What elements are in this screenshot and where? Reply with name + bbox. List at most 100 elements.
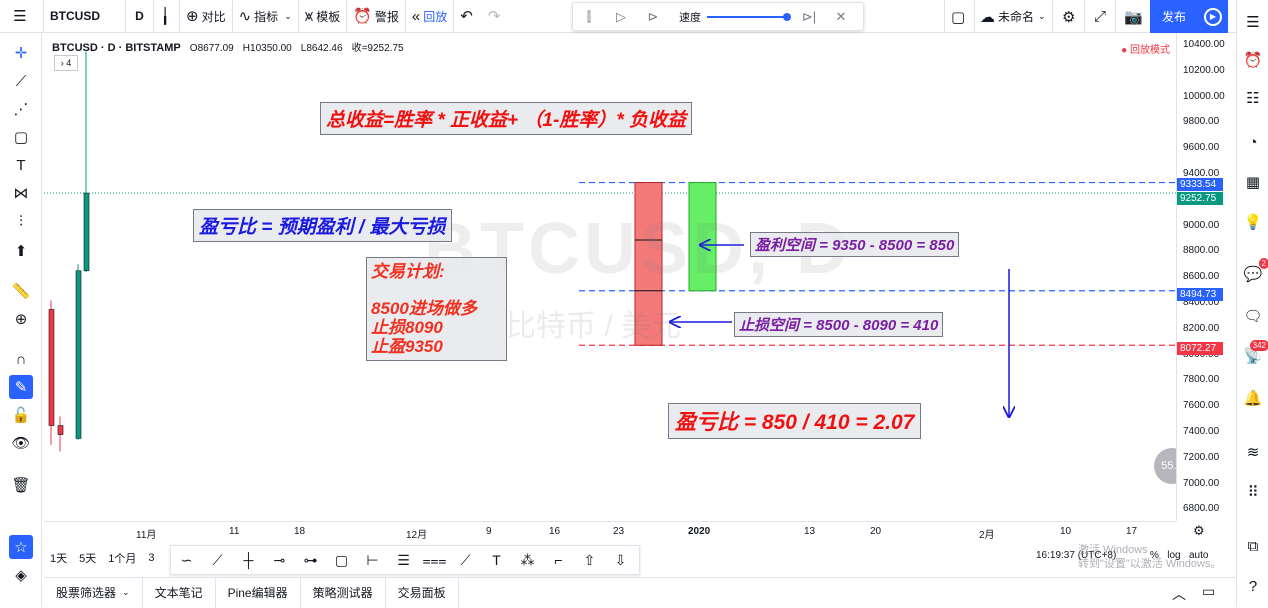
maximize-panel-icon[interactable]: ▭ — [1202, 583, 1215, 600]
callout-icon[interactable]: ⌐ — [543, 552, 574, 568]
rr-result-note[interactable]: 盈亏比 = 850 / 410 = 2.07 — [668, 403, 922, 439]
speed-slider-knob[interactable] — [783, 12, 791, 21]
profit-space-note[interactable]: 盈利空间 = 9350 - 8500 = 850 — [750, 232, 960, 257]
tab-trading-panel[interactable]: 交易面板 — [386, 577, 459, 608]
range-1d[interactable]: 1天 — [44, 550, 73, 566]
chart-type-button[interactable]: ╽ — [154, 0, 180, 33]
indicators-button[interactable]: ∿ 指标 ⌄ — [233, 0, 299, 33]
date-range-icon[interactable]: ⊢ — [357, 552, 388, 569]
horizontal-ray-icon[interactable]: ⊸ — [264, 552, 295, 569]
publish-button[interactable]: 发布 — [1150, 0, 1198, 33]
snapshot-button[interactable]: 📷 — [1118, 0, 1153, 33]
crosshair-icon[interactable]: ✛ — [9, 41, 33, 65]
undo-button[interactable]: ↶ — [454, 0, 482, 33]
replay-button[interactable]: « 回放 — [406, 0, 455, 33]
indicator-toggle[interactable]: › 4 — [54, 55, 78, 71]
ruler-icon[interactable]: 📏 — [9, 279, 33, 303]
close-icon[interactable]: ✕ — [825, 9, 857, 25]
streams-icon[interactable]: 📡 342 — [1241, 340, 1268, 368]
replay-toggle-button[interactable]: ▶ — [1198, 0, 1228, 33]
rectangle-icon[interactable]: ▢ — [326, 552, 357, 569]
chat-icon[interactable]: 💬 2 — [1241, 258, 1268, 286]
arrow-up-icon[interactable]: ⇧ — [574, 552, 605, 569]
range-3[interactable]: 3 — [142, 552, 160, 564]
price-axis[interactable]: 6800.00 7000.00 7200.00 7400.00 7600.00 7800.… — [1176, 33, 1236, 521]
time-axis[interactable]: 11月 11 18 12月 9 16 23 2020 13 20 2月 10 17 — [44, 521, 1176, 541]
vertical-line-icon[interactable]: ┼ — [233, 552, 264, 568]
notifications-icon[interactable]: 🔔 — [1241, 386, 1265, 410]
layers-icon[interactable]: ◈ — [9, 563, 33, 587]
stay-in-drawing-icon[interactable]: ✎ — [9, 375, 33, 399]
alarm-clock-icon[interactable]: ⏰ — [1241, 48, 1265, 72]
text-icon[interactable]: T — [9, 153, 33, 177]
eye-icon[interactable]: 👁 — [9, 431, 33, 455]
rr-definition-note[interactable]: 盈亏比 = 预期盈利 / 最大亏损 — [193, 209, 452, 242]
speed-slider[interactable] — [707, 12, 791, 21]
range-1m[interactable]: 1个月 — [102, 550, 142, 566]
select-bar-icon[interactable]: ⫿ — [573, 9, 605, 25]
arrow-up-icon[interactable]: ⬆ — [9, 239, 33, 263]
log-toggle[interactable]: log — [1167, 550, 1180, 561]
private-chat-icon[interactable]: 🗨 — [1241, 304, 1265, 328]
chart-pane[interactable]: BTCUSD, D 比特币 / 美元 BTCUSD · D · BITSTAMP… — [44, 33, 1176, 521]
calendar-icon[interactable]: ▦ — [1241, 170, 1265, 194]
trendline-icon[interactable]: ⟋ — [202, 552, 233, 569]
arrow-down-icon[interactable]: ⇩ — [605, 552, 636, 569]
candle-body[interactable] — [75, 270, 82, 439]
magnet-icon[interactable]: ∩ — [9, 347, 33, 371]
prediction-icon[interactable]: ⫶ — [9, 209, 33, 233]
text-icon[interactable]: T — [481, 552, 512, 568]
fib-icon[interactable]: ⋰ — [9, 97, 33, 121]
menu-button[interactable]: ☰ — [0, 0, 44, 33]
percent-toggle[interactable]: % — [1150, 550, 1159, 561]
pen-icon[interactable]: ⟋ — [450, 552, 481, 569]
tab-strategy-tester[interactable]: 策略测试器 — [301, 577, 386, 608]
horizontal-line-icon[interactable]: ⊶ — [295, 552, 326, 569]
formula-note[interactable]: 总收益=胜率 * 正收益+ （1-胜率）* 负收益 — [320, 102, 692, 135]
templates-button[interactable]: ⩙ 模板 — [299, 0, 348, 33]
settings-button[interactable]: ⚙ — [1056, 0, 1086, 33]
ideas-icon[interactable]: 💡 — [1241, 210, 1265, 234]
dom-icon[interactable]: ⠿ — [1241, 480, 1265, 504]
redo-button[interactable]: ↷ — [482, 0, 510, 33]
jump-to-realtime-icon[interactable]: ⊳| — [793, 9, 825, 25]
fullscreen-toggle[interactable]: ▢ — [944, 0, 976, 33]
compare-button[interactable]: ⊕ 对比 — [180, 0, 233, 33]
tab-pine-editor[interactable]: Pine编辑器 — [216, 577, 301, 608]
range-5d[interactable]: 5天 — [73, 550, 102, 566]
fib-channel-icon[interactable]: ⩶ — [419, 552, 450, 569]
parallel-channel-icon[interactable]: ☰ — [388, 552, 419, 569]
help-icon[interactable]: ? — [1241, 574, 1265, 598]
candle-body[interactable] — [83, 192, 90, 272]
interval-button[interactable]: D — [126, 0, 154, 33]
data-window-icon[interactable]: ☷ — [1241, 86, 1265, 110]
order-panel-icon[interactable]: ≋ — [1241, 440, 1265, 464]
zoom-in-icon[interactable]: ⊕ — [9, 307, 33, 331]
collapse-panel-icon[interactable]: ︿ — [1172, 584, 1186, 604]
lock-icon[interactable]: 🔓 — [9, 403, 33, 427]
tab-text-notes[interactable]: 文本笔记 — [143, 577, 216, 608]
trash-icon[interactable]: 🗑 — [9, 473, 33, 497]
step-forward-icon[interactable]: ⊳ — [637, 9, 669, 25]
loss-space-note[interactable]: 止损空间 = 8500 - 8090 = 410 — [734, 312, 944, 337]
alerts-button[interactable]: ⏰ 警报 — [347, 0, 406, 33]
brush-icon[interactable]: ∽ — [171, 552, 202, 569]
candle-body[interactable] — [57, 425, 64, 435]
trade-plan-note[interactable]: 交易计划: 8500进场做多 止损8090 止盈9350 — [366, 257, 507, 361]
tab-stock-screener[interactable]: 股票筛选器 ⌄ — [44, 577, 143, 608]
rectangle-icon[interactable]: ▢ — [9, 125, 33, 149]
trendline-icon[interactable]: ⟋ — [9, 69, 33, 93]
stack-icon[interactable]: ⧉ — [1241, 534, 1265, 558]
expand-button[interactable]: ⤢ — [1088, 0, 1117, 33]
layout-menu[interactable]: ☁ 未命名 ⌄ — [974, 0, 1053, 33]
play-icon[interactable]: ▷ — [605, 9, 637, 25]
symbol-search[interactable]: BTCUSD — [44, 0, 126, 33]
star-icon[interactable]: ☆ — [9, 535, 33, 559]
watchlist-icon[interactable]: ☰ — [1241, 10, 1265, 34]
auto-toggle[interactable]: auto — [1189, 550, 1208, 561]
axis-settings-icon[interactable]: ⚙ — [1193, 523, 1205, 539]
pattern-icon[interactable]: ⋈ — [9, 181, 33, 205]
candle-body[interactable] — [48, 309, 55, 426]
pattern-icon[interactable]: ⁂ — [512, 552, 543, 569]
hotlist-icon[interactable]: ◔ — [1241, 130, 1265, 154]
